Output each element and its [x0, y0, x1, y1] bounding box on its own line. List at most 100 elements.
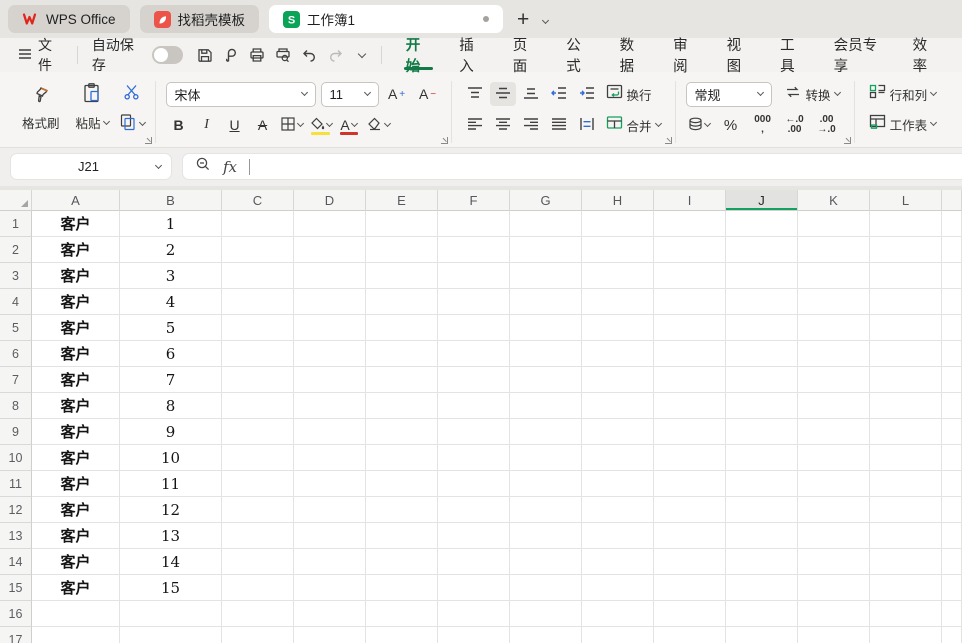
cell-G17[interactable] [510, 627, 582, 643]
cell-B9[interactable]: 9 [120, 419, 222, 445]
cell-D1[interactable] [294, 211, 366, 237]
cell-H15[interactable] [582, 575, 654, 601]
print-button[interactable] [244, 42, 270, 68]
increase-decimal-button[interactable]: .00 →.0 [814, 113, 840, 137]
cell-B2[interactable]: 2 [120, 237, 222, 263]
underline-button[interactable]: U [222, 113, 248, 137]
cell-C12[interactable] [222, 497, 294, 523]
cell-H11[interactable] [582, 471, 654, 497]
file-menu-button[interactable]: 文件 [10, 37, 71, 73]
row-header-1[interactable]: 1 [0, 211, 32, 237]
bold-button[interactable]: B [166, 113, 192, 137]
cell-G10[interactable] [510, 445, 582, 471]
formula-input[interactable]: fx [182, 153, 962, 180]
cell-H16[interactable] [582, 601, 654, 627]
cell-D7[interactable] [294, 367, 366, 393]
cell-L5[interactable] [870, 315, 942, 341]
cell-J17[interactable] [726, 627, 798, 643]
cell-F13[interactable] [438, 523, 510, 549]
cell-I14[interactable] [654, 549, 726, 575]
row-header-17[interactable]: 17 [0, 627, 32, 643]
cell-F3[interactable] [438, 263, 510, 289]
cell-E17[interactable] [366, 627, 438, 643]
cell-G14[interactable] [510, 549, 582, 575]
cell-D15[interactable] [294, 575, 366, 601]
save-button[interactable] [191, 42, 217, 68]
cell-I3[interactable] [654, 263, 726, 289]
cell-D9[interactable] [294, 419, 366, 445]
column-header-B[interactable]: B [120, 190, 222, 211]
cell-I15[interactable] [654, 575, 726, 601]
cell-G12[interactable] [510, 497, 582, 523]
cell-H13[interactable] [582, 523, 654, 549]
row-header-8[interactable]: 8 [0, 393, 32, 419]
cell-L16[interactable] [870, 601, 942, 627]
cell-I8[interactable] [654, 393, 726, 419]
cell-J4[interactable] [726, 289, 798, 315]
cell-H4[interactable] [582, 289, 654, 315]
cell-E5[interactable] [366, 315, 438, 341]
tab-list-button[interactable] [542, 10, 550, 28]
cell-G7[interactable] [510, 367, 582, 393]
cell-J6[interactable] [726, 341, 798, 367]
cell-K11[interactable] [798, 471, 870, 497]
cell-H8[interactable] [582, 393, 654, 419]
cell-A15[interactable]: 客户 [32, 575, 120, 601]
cell-B13[interactable]: 13 [120, 523, 222, 549]
cell-K14[interactable] [798, 549, 870, 575]
cell-L15[interactable] [870, 575, 942, 601]
cell-B6[interactable]: 6 [120, 341, 222, 367]
cell-B15[interactable]: 15 [120, 575, 222, 601]
ribbon-tab-公式[interactable]: 公式 [552, 38, 605, 75]
column-header-G[interactable]: G [510, 190, 582, 211]
cell-J8[interactable] [726, 393, 798, 419]
toolbar-more-button[interactable] [349, 42, 375, 68]
column-header-C[interactable]: C [222, 190, 294, 211]
align-left-button[interactable] [462, 113, 488, 137]
cell-D6[interactable] [294, 341, 366, 367]
cell-B4[interactable]: 4 [120, 289, 222, 315]
cell-K1[interactable] [798, 211, 870, 237]
cell-C15[interactable] [222, 575, 294, 601]
cell-L8[interactable] [870, 393, 942, 419]
cell-L7[interactable] [870, 367, 942, 393]
cell-A12[interactable]: 客户 [32, 497, 120, 523]
cell-F7[interactable] [438, 367, 510, 393]
row-header-16[interactable]: 16 [0, 601, 32, 627]
cell-E13[interactable] [366, 523, 438, 549]
cell-L11[interactable] [870, 471, 942, 497]
cell-G15[interactable] [510, 575, 582, 601]
paste-button[interactable]: 粘贴 [70, 78, 115, 135]
cell-F12[interactable] [438, 497, 510, 523]
cell-B8[interactable]: 8 [120, 393, 222, 419]
ribbon-tab-开始[interactable]: 开始 [392, 38, 445, 75]
row-header-10[interactable]: 10 [0, 445, 32, 471]
cell-I7[interactable] [654, 367, 726, 393]
cell-I2[interactable] [654, 237, 726, 263]
cell-L3[interactable] [870, 263, 942, 289]
cell-C16[interactable] [222, 601, 294, 627]
cell-B7[interactable]: 7 [120, 367, 222, 393]
cell-E16[interactable] [366, 601, 438, 627]
cell-J11[interactable] [726, 471, 798, 497]
cell-H1[interactable] [582, 211, 654, 237]
cell-D11[interactable] [294, 471, 366, 497]
thousands-separator-button[interactable]: 000, [750, 113, 776, 137]
cell-C13[interactable] [222, 523, 294, 549]
cell-D4[interactable] [294, 289, 366, 315]
cell-D3[interactable] [294, 263, 366, 289]
cell-A13[interactable]: 客户 [32, 523, 120, 549]
cell-C9[interactable] [222, 419, 294, 445]
font-dialog-launcher[interactable] [440, 137, 448, 144]
cell-E2[interactable] [366, 237, 438, 263]
cell-J7[interactable] [726, 367, 798, 393]
cell-B11[interactable]: 11 [120, 471, 222, 497]
cell-L10[interactable] [870, 445, 942, 471]
cell-B17[interactable] [120, 627, 222, 643]
cell-H14[interactable] [582, 549, 654, 575]
cell-K10[interactable] [798, 445, 870, 471]
cell-D2[interactable] [294, 237, 366, 263]
redo-button[interactable] [322, 42, 348, 68]
row-header-11[interactable]: 11 [0, 471, 32, 497]
cell-E3[interactable] [366, 263, 438, 289]
